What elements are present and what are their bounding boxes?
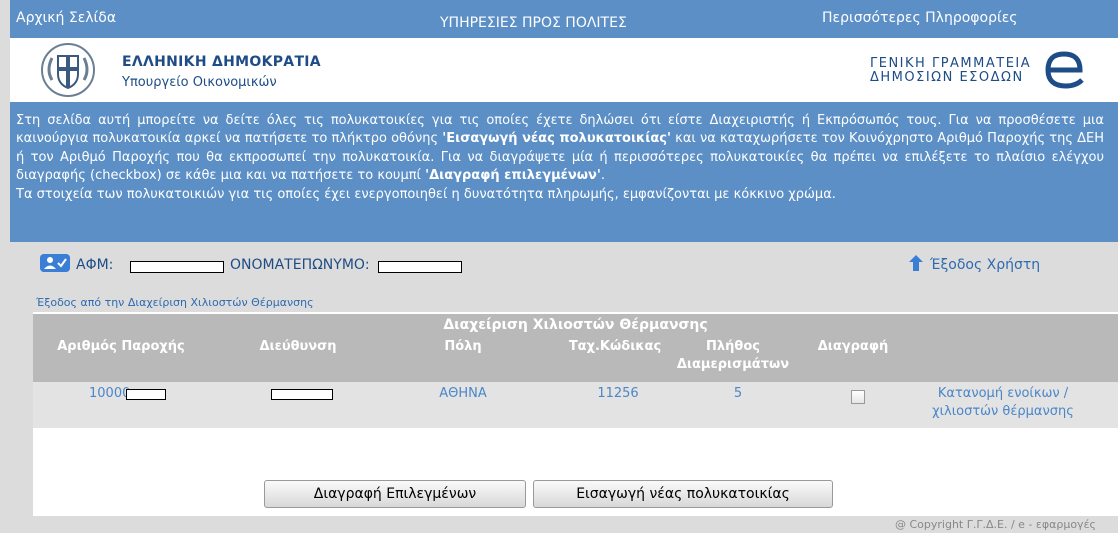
gsis-title-line1: ΓΕΝΙΚΗ ΓΡΑΜΜΑΤΕΙΑ (870, 56, 1032, 71)
afm-label: ΑΦΜ: (76, 257, 114, 273)
allocation-link-line1[interactable]: Κατανομή ενοίκων / (913, 386, 1093, 401)
cell-city: ΑΘΗΝΑ (439, 386, 487, 401)
col-apartments-line1: Πλήθος (706, 339, 760, 354)
table-title: Διαχείριση Χιλιοστών Θέρμανσης (443, 317, 708, 333)
heating-exit-link[interactable]: Έξοδος από την Διαχείριση Χιλιοστών Θέρμ… (36, 296, 314, 309)
delete-selected-button[interactable]: Διαγραφή Επιλεγμένων (264, 480, 526, 508)
col-apartments-line2: Διαμερισμάτων (676, 357, 790, 372)
republic-title: ΕΛΛΗΝΙΚΗ ΔΗΜΟΚΡΑΤΙΑ (122, 54, 321, 70)
gsis-title-line2: ΔΗΜΟΣΙΩΝ ΕΣΟΔΩΝ (870, 70, 1024, 85)
col-supply-number: Αριθμός Παροχής (57, 339, 185, 354)
col-delete: Διαγραφή (817, 339, 889, 354)
col-address: Διεύθυνση (259, 339, 337, 354)
instructions-panel: Στη σελίδα αυτή μπορείτε να δείτε όλες τ… (10, 102, 1118, 242)
payment-note: Τα στοιχεία των πολυκατοικιών για τις οπ… (16, 186, 836, 202)
name-redacted (378, 261, 462, 273)
user-exit-link[interactable]: Έξοδος Χρήστη (930, 257, 1040, 273)
user-bar: ΑΦΜ: ΟΝΟΜΑΤΕΠΩΝΥΜΟ: Έξοδος Χρήστη (10, 242, 1118, 290)
home-link[interactable]: Αρχική Σελίδα (16, 10, 116, 26)
cell-zip: 11256 (597, 386, 639, 401)
supply-redacted (126, 389, 166, 400)
delete-checkbox[interactable] (851, 390, 865, 404)
add-new-building-button[interactable]: Εισαγωγή νέας πολυκατοικίας (533, 480, 833, 508)
allocation-link-line2[interactable]: χιλιοστών θέρμανσης (913, 404, 1093, 419)
cell-apartments: 5 (733, 386, 743, 401)
more-info-link[interactable]: Περισσότερες Πληροφορίες (822, 10, 1018, 26)
name-label: ΟΝΟΜΑΤΕΠΩΝΥΜΟ: (230, 257, 370, 273)
heating-management-panel: Διαχείριση Χιλιοστών Θέρμανσης Αριθμός Π… (33, 312, 1118, 516)
delete-selected-mention: 'Διαγραφή επιλεγμένων' (425, 168, 601, 184)
col-zip: Ταχ.Κώδικας (568, 339, 662, 354)
exit-arrow-icon[interactable] (908, 254, 924, 272)
copyright-footer: @ Copyright Γ.Γ.Δ.Ε. / e - εφαρμογές (895, 518, 1096, 531)
afm-redacted (130, 261, 224, 273)
table-header: Διαχείριση Χιλιοστών Θέρμανσης Αριθμός Π… (33, 314, 1118, 386)
col-city: Πόλη (444, 339, 482, 354)
user-verified-icon (40, 254, 70, 272)
top-navigation-bar: Αρχική Σελίδα ΥΠΗΡΕΣΙΕΣ ΠΡΟΣ ΠΟΛΙΤΕΣ Περ… (10, 0, 1118, 38)
add-new-mention: 'Εισαγωγή νέας πολυκατοικίας' (442, 131, 671, 147)
instructions-paragraph: Στη σελίδα αυτή μπορείτε να δείτε όλες τ… (16, 113, 1105, 184)
address-redacted (271, 389, 333, 400)
site-header: ΕΛΛΗΝΙΚΗ ΔΗΜΟΚΡΑΤΙΑ Υπουργείο Οικονομικώ… (10, 38, 1118, 102)
e-logo-icon (1045, 51, 1084, 89)
ministry-subtitle: Υπουργείο Οικονομικών (122, 75, 277, 90)
greek-seal-icon (41, 43, 95, 97)
services-title: ΥΠΗΡΕΣΙΕΣ ΠΡΟΣ ΠΟΛΙΤΕΣ (440, 15, 627, 31)
cell-supply-number: 10000 (89, 386, 131, 401)
